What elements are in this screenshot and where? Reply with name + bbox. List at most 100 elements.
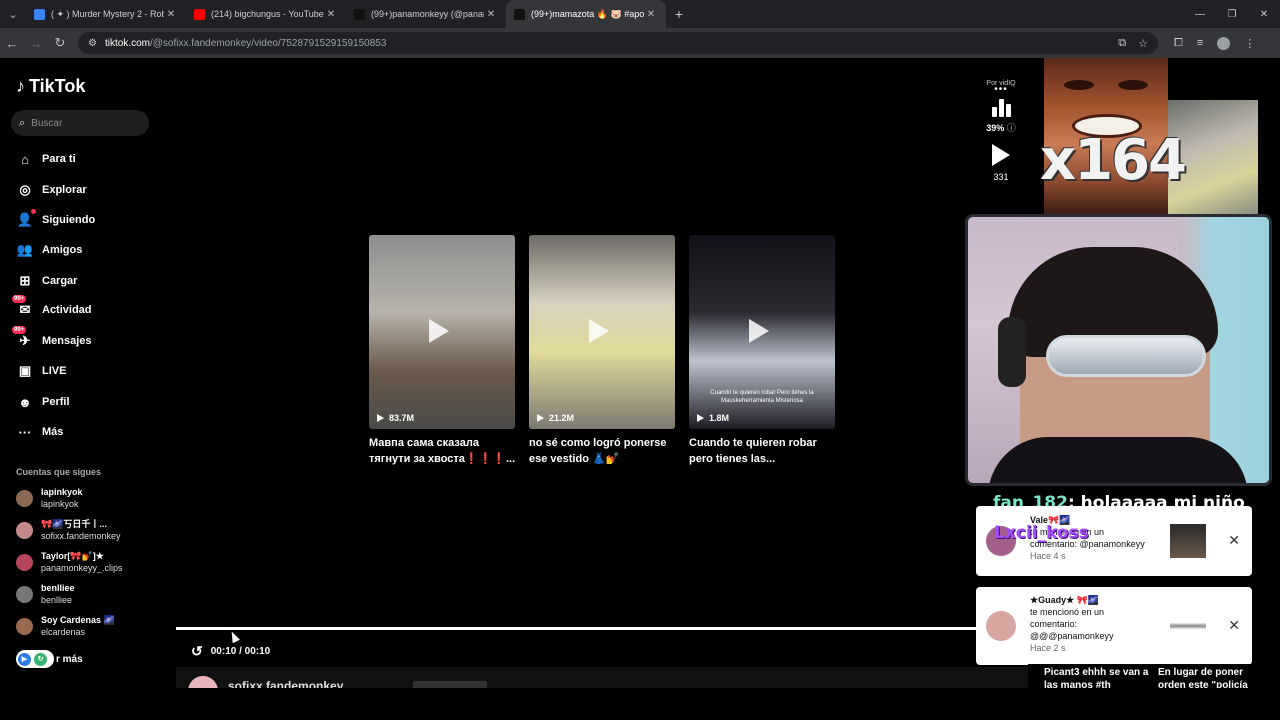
reload-button[interactable]: ↻ — [48, 35, 72, 51]
followed-account[interactable]: Soy Cardenas 🌌 elcardenas — [16, 614, 115, 638]
url-input[interactable]: ⚙ tiktok.com/@sofixx.fandemonkey/video/7… — [78, 32, 1158, 54]
vidiq-play-count: 331 — [993, 172, 1009, 182]
sidebar-item-home[interactable]: ⌂ Para ti — [16, 150, 76, 168]
sidebar-item-following[interactable]: 👤 Siguiendo — [16, 209, 95, 229]
sidebar-item-messages[interactable]: ✈ 99+ Mensajes — [12, 326, 92, 350]
profile-avatar[interactable] — [1217, 36, 1231, 50]
search-input[interactable]: ⌕ Buscar — [11, 110, 149, 136]
mention-notification[interactable]: ★Guady★ 🎀🌌 te mencionó en un comentario: @@… — [976, 587, 1252, 665]
vidiq-percentage: 39% ⓘ — [975, 121, 1027, 134]
related-video-card[interactable]: 21.2M — [529, 235, 675, 429]
followed-account[interactable]: 🎀🌌丂日千丨... sofixx.fandemonkey — [16, 518, 121, 542]
webcam-overlay — [965, 214, 1272, 486]
minimize-icon[interactable]: — — [1184, 9, 1216, 20]
search-icon: ⌕ — [19, 116, 26, 129]
info-icon[interactable]: ⓘ — [1007, 123, 1016, 133]
related-video-title[interactable]: Мавпа сама сказала тягнути за хвоста❗❗❗.… — [369, 435, 519, 467]
replay-icon[interactable]: ↺ — [191, 643, 203, 660]
sidebar-item-label: Actividad — [42, 304, 92, 316]
install-app-icon[interactable]: ⧉ — [1118, 37, 1126, 50]
tab-close-icon[interactable]: ✕ — [484, 9, 498, 20]
refresh-badge-icon: ↻ — [34, 652, 47, 666]
notification-line-2: comentario: — [1030, 619, 1078, 629]
sidebar-item-more[interactable]: ··· Más — [16, 423, 64, 441]
comments-preview: Picant3 ehhh se van a las manos #th En l… — [1028, 664, 1280, 691]
notification-badge: 99+ — [12, 295, 27, 303]
account-name: Taylor[🎀💅]★ — [41, 551, 104, 561]
sidebar-item-activity[interactable]: ✉ 99+ Actividad — [12, 295, 92, 319]
messages-icon: ✈ 99+ — [12, 326, 31, 348]
avatar — [16, 585, 33, 603]
view-count: 21.2M — [537, 413, 574, 423]
sidebar-item-live[interactable]: ▣ LIVE — [16, 362, 67, 380]
new-tab-button[interactable]: + — [666, 6, 692, 22]
play-icon — [749, 319, 769, 343]
kebab-menu-icon[interactable]: ⋮ — [1244, 37, 1255, 50]
notification-time: Hace 4 s — [1030, 551, 1066, 561]
compass-icon: ◎ — [19, 182, 31, 197]
followed-account[interactable]: benlliee benlliee — [16, 582, 75, 606]
tiktok-logo[interactable]: ♪ TikTok — [16, 76, 85, 97]
sidebar-item-label: Cargar — [42, 275, 78, 287]
sidebar-item-label: Para ti — [42, 153, 76, 165]
play-icon — [589, 319, 609, 343]
related-video-title[interactable]: Cuando te quieren robar pero tienes las.… — [689, 435, 839, 467]
forward-button[interactable]: → — [24, 36, 48, 51]
view-count-value: 21.2M — [549, 413, 575, 423]
tab-close-icon[interactable]: ✕ — [164, 9, 178, 20]
more-icon: ··· — [18, 424, 32, 440]
back-button[interactable]: ← — [0, 36, 24, 51]
close-icon[interactable]: ✕ — [1228, 617, 1240, 634]
friends-icon: 👥 — [16, 242, 34, 257]
sidebar-item-label: Amigos — [42, 244, 83, 256]
extension-toggle[interactable]: ▶ ↻ — [16, 650, 54, 668]
close-window-icon[interactable]: ✕ — [1248, 9, 1280, 20]
vidiq-stats-icon[interactable] — [991, 99, 1011, 117]
search-placeholder: Buscar — [31, 117, 63, 129]
sidebar-item-profile[interactable]: ☻ Perfil — [16, 393, 70, 411]
browser-tab-3[interactable]: (99+)mamazota 🔥 🐷 #apoyo 🔥✕ — [506, 0, 666, 28]
media-icon[interactable]: ≡ — [1197, 37, 1203, 49]
uploader-bar: sofixx.fandemonkey — [176, 667, 1028, 706]
related-video-card[interactable]: 83.7M — [369, 235, 515, 429]
tab-search-button[interactable]: ⌄ — [0, 0, 26, 28]
tab-close-icon[interactable]: ✕ — [644, 9, 658, 20]
new-dot-badge — [31, 209, 36, 214]
tab-title: ( ✦ ) Murder Mystery 2 - Roblox — [51, 8, 164, 19]
sidebar-item-label: Explorar — [42, 184, 87, 196]
account-name: benlliee — [41, 583, 75, 593]
bookmark-star-icon[interactable]: ☆ — [1138, 37, 1148, 50]
tab-close-icon[interactable]: ✕ — [324, 9, 338, 20]
sidebar-item-label: Perfil — [42, 396, 70, 408]
browser-tab-2[interactable]: (99+)panamonkeyy (@panamonkeyy)✕ — [346, 0, 506, 28]
account-handle: sofixx.fandemonkey — [41, 531, 121, 541]
browser-tab-1[interactable]: (214) bigchungus - YouTube ✕ — [186, 0, 346, 28]
vidiq-menu-icon[interactable]: ••• — [975, 85, 1027, 95]
vidiq-panel: Por vidIQ ••• 39% ⓘ 331 — [975, 80, 1027, 182]
sidebar-item-upload[interactable]: ⊞ Cargar — [16, 272, 78, 290]
followed-account[interactable]: Taylor[🎀💅]★ panamonkeyy_.clips — [16, 550, 123, 574]
notification-line-1: te mencionó en un — [1030, 607, 1105, 617]
sidebar-item-friends[interactable]: 👥 Amigos — [16, 241, 82, 259]
multiplier-text: x164 — [1040, 128, 1187, 193]
playback-time: ↺ 00:10 / 00:10 — [191, 643, 270, 660]
activity-icon: ✉ 99+ — [12, 295, 31, 317]
video-progress-bar[interactable] — [176, 627, 976, 630]
tab-favicon-icon — [194, 8, 205, 20]
related-video-title[interactable]: no sé como logró ponerse ese vestido 👗💅 — [529, 435, 679, 467]
close-icon[interactable]: ✕ — [1228, 532, 1240, 549]
notification-thumbnail — [1170, 524, 1206, 558]
browser-tab-0[interactable]: ( ✦ ) Murder Mystery 2 - Roblox✕ — [26, 0, 186, 28]
see-more-button[interactable]: ▶ ↻ r más — [16, 650, 83, 668]
vidiq-play-icon[interactable] — [992, 144, 1010, 166]
sidebar-item-compass[interactable]: ◎ Explorar — [16, 181, 87, 199]
see-more-label: r más — [56, 653, 83, 665]
related-video-card[interactable]: Cuando te quieren robar Pero tienes la M… — [689, 235, 835, 429]
extensions-icon[interactable]: ⧠ — [1174, 37, 1183, 50]
sidebar-item-label: Más — [42, 426, 64, 438]
browser-address-bar: ← → ↻ ⚙ tiktok.com/@sofixx.fandemonkey/v… — [0, 28, 1280, 58]
followed-account[interactable]: lapinkyok lapinkyok — [16, 486, 83, 510]
site-info-icon[interactable]: ⚙ — [88, 38, 97, 49]
video-overlay-text: Cuando te quieren robar Pero tienes la M… — [710, 390, 814, 404]
maximize-icon[interactable]: ❐ — [1216, 9, 1248, 20]
